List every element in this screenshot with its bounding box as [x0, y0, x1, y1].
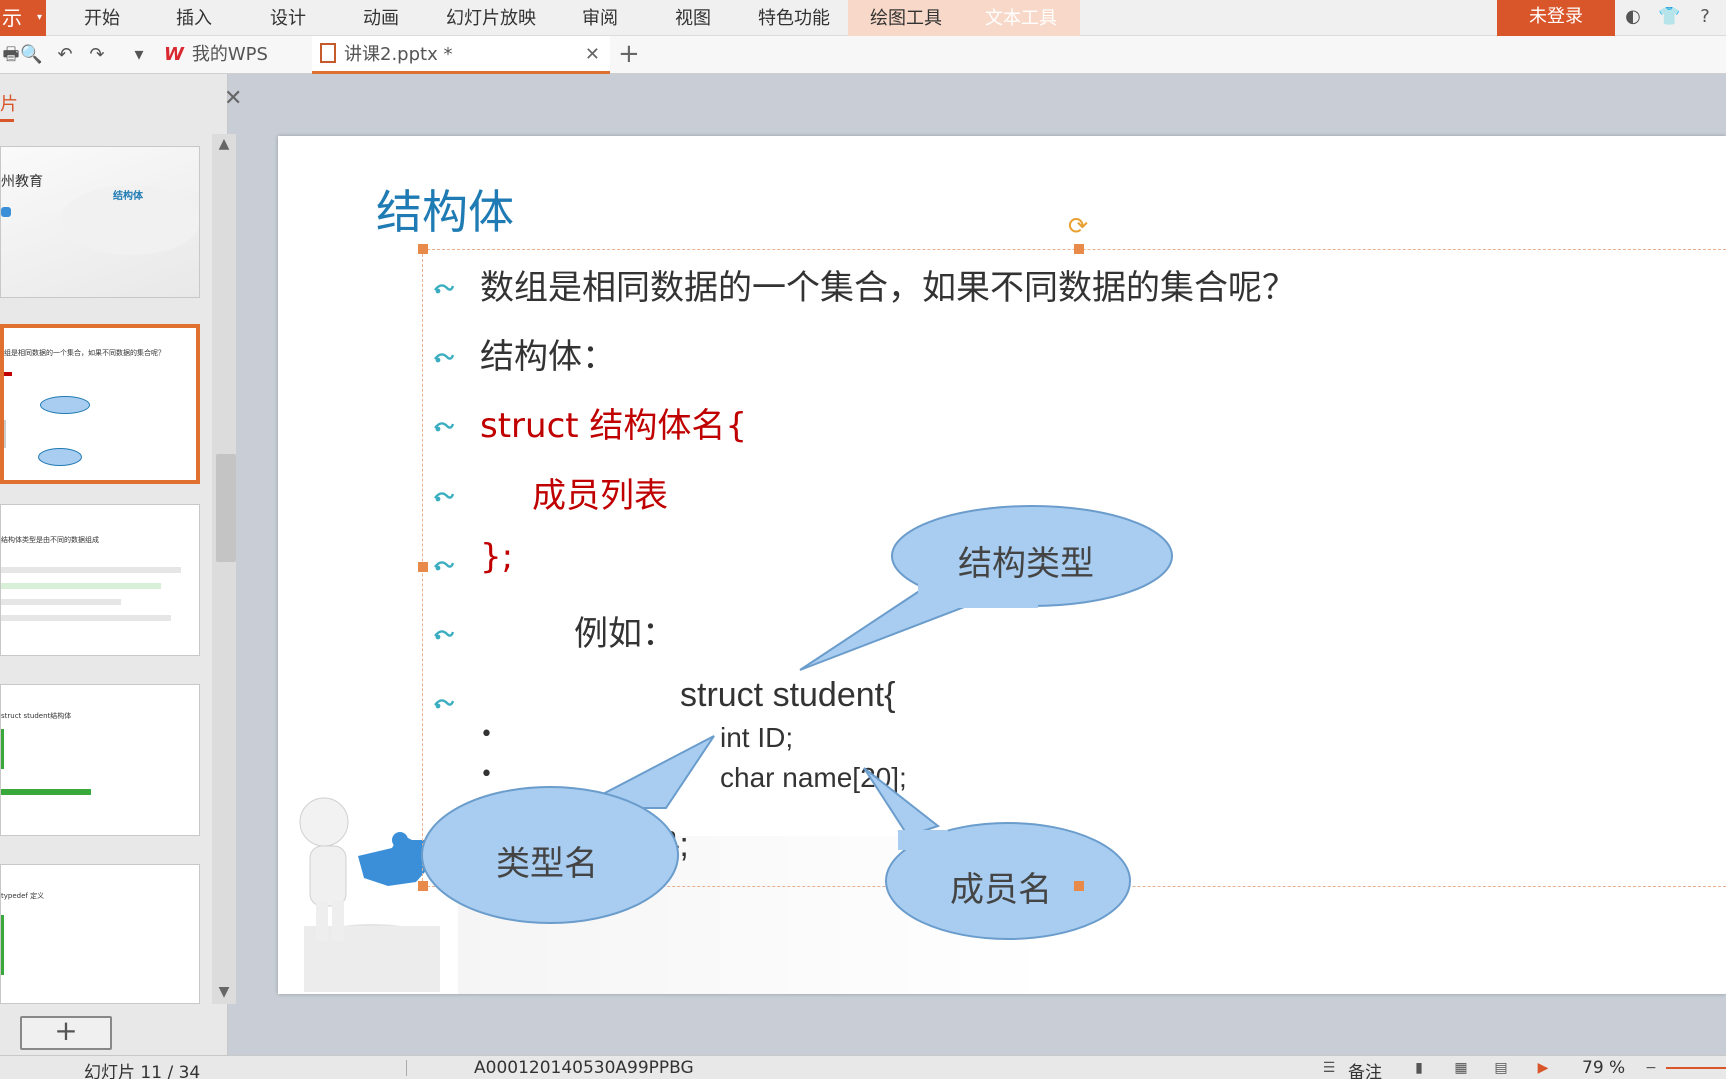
thumb-5-code	[1, 915, 41, 975]
menu-view[interactable]: 视图	[675, 0, 711, 36]
print-icon[interactable]: 🖶	[0, 44, 22, 66]
normal-view-icon[interactable]: ▮	[1410, 1059, 1428, 1077]
scroll-down-icon[interactable]: ▼	[214, 984, 234, 1000]
skin-icon[interactable]: ◐	[1622, 6, 1644, 28]
thumb-4-code-a	[1, 729, 31, 769]
menu-insert[interactable]: 插入	[176, 0, 212, 36]
thumb-3-line-c	[1, 599, 121, 605]
tab-document-label: 讲课2.pptx *	[344, 44, 453, 65]
thumb-4-title: struct student结构体	[1, 712, 72, 720]
thumb-3-line-a	[1, 567, 181, 573]
thumb-1-title: 州教育	[1, 174, 43, 190]
redo-icon[interactable]: ↷	[86, 44, 108, 66]
caret-down-icon: ▾	[36, 12, 42, 23]
thumb-2-title: 组是相同数据的一个集合，如果不同数据的集合呢？	[4, 349, 165, 357]
status-divider	[406, 1060, 407, 1076]
notes-icon[interactable]: ☰	[1320, 1059, 1338, 1077]
thumb-3-line-d	[1, 615, 171, 621]
app-menu-button[interactable]: 示 ▾	[0, 0, 46, 36]
app-menu-label: 示	[2, 6, 22, 30]
zoom-out-icon[interactable]: −	[1642, 1059, 1660, 1077]
menu-home[interactable]: 开始	[84, 0, 120, 36]
play-slideshow-icon[interactable]: ▶	[1534, 1059, 1552, 1077]
help-icon[interactable]: ?	[1694, 6, 1716, 28]
menu-review[interactable]: 审阅	[582, 0, 618, 36]
undo-icon[interactable]: ↶	[54, 44, 76, 66]
thumb-5-title: typedef 定义	[1, 892, 45, 900]
callout-member-name-label[interactable]: 成员名	[950, 862, 1052, 911]
slide-thumbnail-2[interactable]: 组是相同数据的一个集合，如果不同数据的集合呢？	[0, 324, 200, 484]
zoom-level: 79 %	[1582, 1058, 1626, 1078]
thumb-callout-2	[38, 448, 82, 466]
thumb-red-text	[4, 372, 12, 376]
reading-view-icon[interactable]: ▤	[1492, 1059, 1510, 1077]
slide-thumbnail-panel: 片 ✕ 州教育 结构体 组是相同数据的一个集合，如果不同数据的集合呢？ 结构体类…	[0, 74, 242, 1059]
customize-toolbar-icon[interactable]: ▾	[128, 44, 150, 66]
tab-document[interactable]: 讲课2.pptx * ✕	[312, 36, 610, 74]
document-id: A000120140530A99PPBG	[474, 1058, 694, 1078]
thumb-3-line-b	[1, 583, 161, 589]
thumb-callout-1	[40, 396, 90, 414]
panel-title-underline	[0, 119, 14, 122]
login-button[interactable]: 未登录	[1497, 0, 1615, 36]
slide-thumbnail-5[interactable]: typedef 定义	[0, 864, 200, 1004]
panel-scrollbar[interactable]	[212, 134, 236, 1004]
callout-struct-type-label[interactable]: 结构类型	[958, 536, 1094, 585]
print-preview-icon[interactable]: 🔍	[20, 44, 42, 66]
resize-handle-center-bottom[interactable]	[1074, 881, 1084, 891]
menu-text-tools[interactable]: 文本工具	[985, 0, 1057, 36]
thumb-puzzle-icon	[1, 207, 11, 217]
add-slide-button[interactable]: +	[20, 1016, 112, 1050]
tab-my-wps-label: 我的WPS	[191, 44, 268, 65]
quick-toolbar: 🖶 🔍 ↶ ↷ ▾ W 我的WPS 讲课2.pptx * ✕ +	[0, 36, 1726, 74]
callout-type-name-label[interactable]: 类型名	[496, 836, 598, 885]
zoom-slider[interactable]	[1666, 1067, 1726, 1069]
wps-logo-icon: W	[164, 44, 184, 65]
slide-thumbnail-4[interactable]: struct student结构体	[0, 684, 200, 836]
menu-features[interactable]: 特色功能	[758, 0, 830, 36]
thumb-code-block	[4, 420, 44, 448]
shirt-icon[interactable]: 👕	[1658, 6, 1680, 28]
slide-counter: 幻灯片 11 / 34	[84, 1063, 201, 1079]
thumb-4-code-b	[1, 789, 91, 795]
slide-thumbnail-3[interactable]: 结构体类型是由不同的数据组成	[0, 504, 200, 656]
slide-thumbnail-1[interactable]: 州教育 结构体	[0, 146, 200, 298]
menu-animation[interactable]: 动画	[363, 0, 399, 36]
scroll-up-icon[interactable]: ▲	[214, 136, 234, 152]
thumb-3-title: 结构体类型是由不同的数据组成	[1, 536, 99, 544]
notes-label[interactable]: 备注	[1348, 1058, 1382, 1079]
ribbon-menu-bar: 示 ▾ 开始 插入 设计 动画 幻灯片放映 审阅 视图 特色功能 绘图工具 文本…	[0, 0, 1726, 36]
menu-design[interactable]: 设计	[270, 0, 306, 36]
slide-canvas[interactable]: 结构体 ⟳ 数组是相同数据的一个集合，如果不同数据的集合呢？ 结构体： stru…	[278, 136, 1726, 994]
close-panel-icon[interactable]: ✕	[224, 86, 242, 111]
tab-my-wps[interactable]: W 我的WPS	[164, 36, 310, 74]
new-tab-icon[interactable]: +	[618, 36, 640, 72]
thumb-1-subtitle: 结构体	[113, 191, 143, 202]
menu-drawing-tools[interactable]: 绘图工具	[870, 0, 942, 36]
panel-scroll-thumb[interactable]	[216, 454, 236, 562]
status-bar: 幻灯片 11 / 34 A000120140530A99PPBG ☰ 备注 ▮ …	[0, 1055, 1726, 1079]
presentation-file-icon	[320, 43, 336, 63]
slide-sorter-icon[interactable]: ▦	[1452, 1059, 1470, 1077]
panel-title[interactable]: 片	[0, 90, 18, 116]
menu-slideshow[interactable]: 幻灯片放映	[446, 0, 536, 36]
close-tab-icon[interactable]: ✕	[585, 36, 600, 74]
